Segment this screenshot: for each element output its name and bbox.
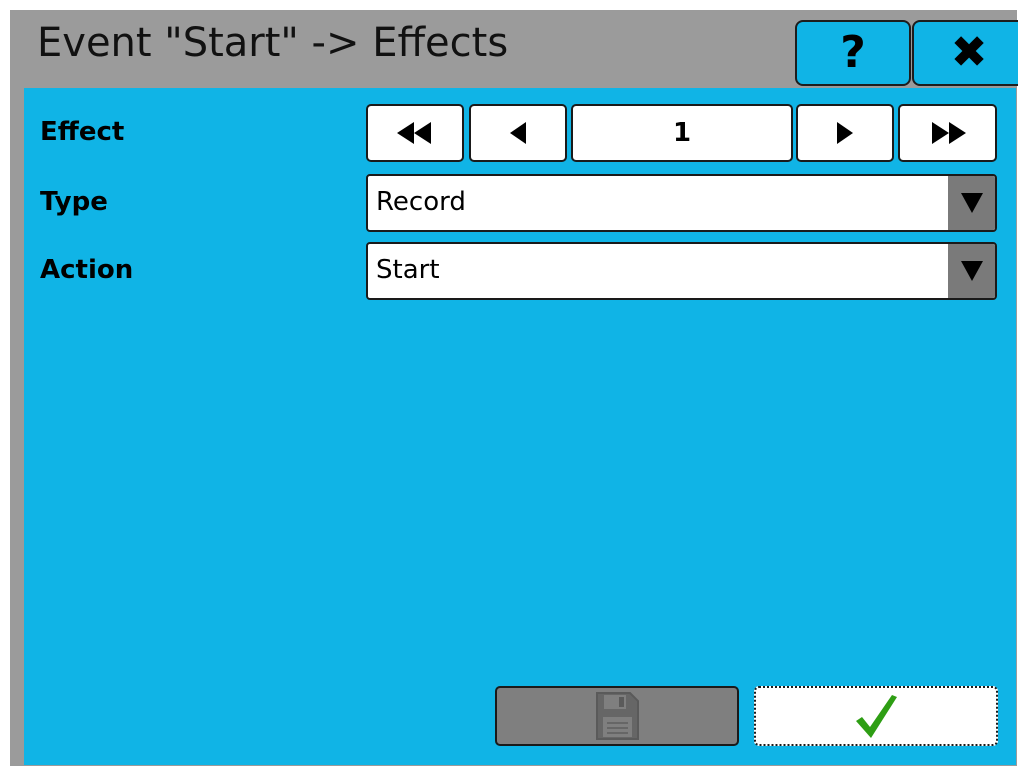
chevron-down-icon [960,193,983,213]
last-effect-button[interactable] [898,104,997,162]
first-effect-button[interactable] [366,104,464,162]
action-label: Action [40,255,134,285]
save-button[interactable] [495,686,739,746]
effect-index-value: 1 [672,118,692,148]
effect-label: Effect [40,117,125,147]
window-title: Event "Start" -> Effects [37,20,509,66]
type-label: Type [40,187,108,217]
help-icon: ? [840,27,866,78]
effect-index-field[interactable]: 1 [571,104,793,162]
last-icon [931,122,966,144]
previous-effect-button[interactable] [469,104,567,162]
close-button[interactable]: ✖ [912,20,1018,86]
previous-icon [510,122,526,144]
first-icon [397,122,431,144]
type-dropdown[interactable]: Record [366,174,997,232]
checkmark-icon [856,695,897,738]
next-icon [837,122,853,144]
close-icon: ✖ [950,27,988,78]
action-value: Start [376,255,440,285]
action-dropdown[interactable]: Start [366,242,997,300]
confirm-button[interactable] [754,686,998,746]
chevron-down-icon [960,261,983,281]
type-value: Record [376,187,466,217]
help-button[interactable]: ? [795,20,911,86]
action-dropdown-toggle[interactable] [946,244,995,298]
save-icon [596,692,639,740]
next-effect-button[interactable] [796,104,894,162]
type-dropdown-toggle[interactable] [946,176,995,230]
